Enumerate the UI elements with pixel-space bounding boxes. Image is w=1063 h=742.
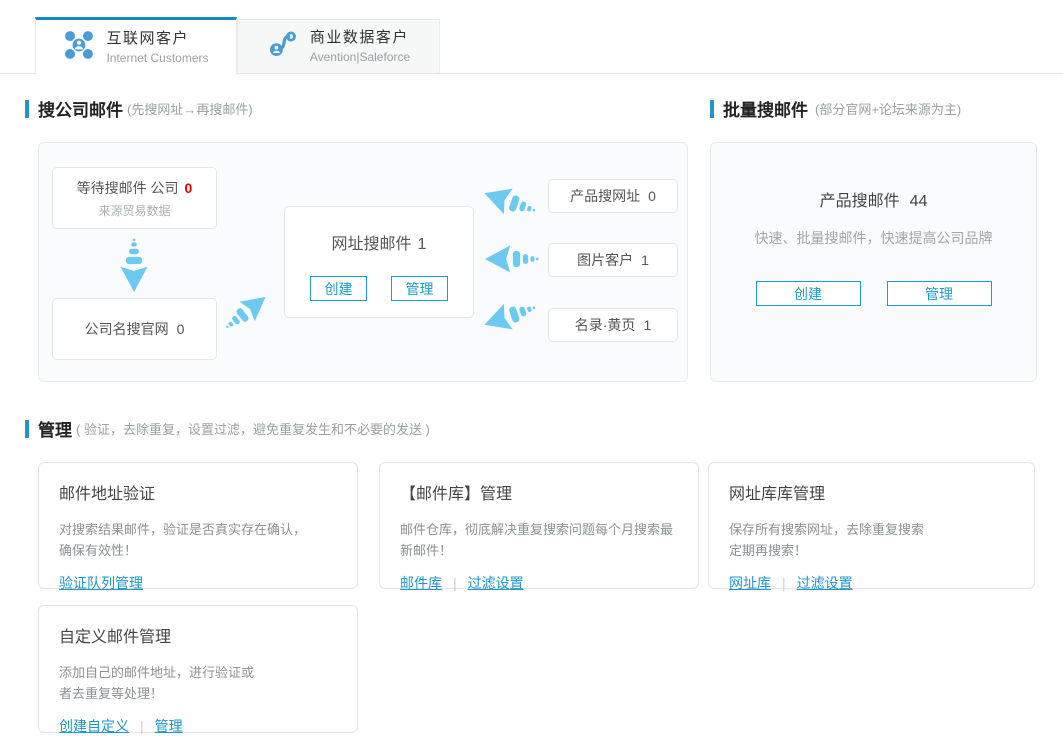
- filter-settings-link[interactable]: 过滤设置: [468, 575, 524, 591]
- tab-subtitle: Avention|Saleforce: [310, 49, 410, 65]
- directory-yellowpages-count: 1: [643, 317, 651, 333]
- card-desc-line: 邮件仓库，彻底解决重复搜索问题每个月搜索最: [400, 519, 678, 540]
- section-title: 批量搜邮件: [723, 96, 808, 121]
- card-title: 【邮件库】管理: [400, 480, 678, 504]
- directory-yellowpages-label: 名录·黄页: [575, 317, 636, 333]
- card-title: 邮件地址验证: [59, 480, 337, 504]
- manage-button[interactable]: 管理: [391, 276, 448, 301]
- card-desc-line: 保存所有搜索网址，去除重复搜索: [729, 519, 1014, 540]
- share-icon: [267, 28, 299, 65]
- card-desc-line: 对搜索结果邮件，验证是否真实存在确认，: [59, 519, 337, 540]
- product-search-url-box: 产品搜网址 0: [548, 179, 678, 213]
- batch-manage-button[interactable]: 管理: [887, 281, 992, 306]
- link-separator: |: [782, 575, 786, 591]
- card-email-verification: 邮件地址验证 对搜索结果邮件，验证是否真实存在确认， 确保有效性！ 验证队列管理: [38, 462, 358, 589]
- flow-arrow-diagonal-icon: [216, 282, 279, 342]
- url-library-link[interactable]: 网址库: [729, 575, 771, 591]
- image-customers-label: 图片客户: [577, 252, 633, 268]
- tab-internet-customers[interactable]: 互联网客户 Internet Customers: [35, 17, 237, 75]
- card-desc-line: 定期再搜索！: [729, 540, 1014, 561]
- section-header-manage: 管理 ( 验证，去除重复，设置过滤，避免重复发生和不必要的发送 ): [25, 416, 430, 441]
- create-button[interactable]: 创建: [310, 276, 367, 301]
- url-search-email-count: 1: [418, 236, 427, 253]
- url-search-email-label: 网址搜邮件: [332, 236, 412, 253]
- product-search-url-label: 产品搜网址: [570, 188, 640, 204]
- batch-create-button[interactable]: 创建: [756, 281, 861, 306]
- waiting-companies-count: 0: [185, 180, 193, 196]
- section-accent-bar: [710, 100, 714, 118]
- tab-business-data[interactable]: 商业数据客户 Avention|Saleforce: [237, 19, 440, 73]
- tab-title: 互联网客户: [106, 29, 189, 49]
- url-search-email-box: 网址搜邮件 1 创建 管理: [284, 206, 474, 318]
- product-search-url-count: 0: [648, 188, 656, 204]
- section-subtitle: ( 验证，去除重复，设置过滤，避免重复发生和不必要的发送 ): [76, 419, 430, 438]
- section-subtitle: (先搜网址→再搜邮件): [127, 99, 253, 118]
- network-icon: [63, 29, 95, 66]
- section-accent-bar: [25, 100, 29, 118]
- batch-product-search-count: 44: [910, 193, 928, 210]
- batch-search-panel: 产品搜邮件 44 快速、批量搜邮件，快速提高公司品牌 创建 管理: [710, 142, 1037, 382]
- email-library-link[interactable]: 邮件库: [400, 575, 442, 591]
- card-email-library: 【邮件库】管理 邮件仓库，彻底解决重复搜索问题每个月搜索最 新邮件！ 邮件库 | 过…: [379, 462, 699, 589]
- company-name-search-count: 0: [177, 321, 185, 337]
- company-name-search-label: 公司名搜官网: [85, 321, 169, 337]
- waiting-companies-box: 等待搜邮件 公司 0 来源贸易数据: [52, 167, 217, 229]
- card-desc-line: 者去重复等处理！: [59, 683, 337, 704]
- image-customers-box: 图片客户 1: [548, 243, 678, 277]
- section-header-batch-search: 批量搜邮件 (部分官网+论坛来源为主): [710, 96, 961, 121]
- image-customers-count: 1: [641, 252, 649, 268]
- section-title: 搜公司邮件: [38, 96, 123, 121]
- waiting-companies-label: 等待搜邮件 公司: [77, 180, 179, 196]
- card-title: 网址库库管理: [729, 480, 1014, 504]
- section-title: 管理: [38, 416, 72, 441]
- card-custom-email: 自定义邮件管理 添加自己的邮件地址，进行验证或 者去重复等处理！ 创建自定义 | 管…: [38, 605, 358, 733]
- section-subtitle: (部分官网+论坛来源为主): [815, 99, 961, 118]
- flow-arrow-left-middle-icon: [485, 242, 539, 276]
- company-name-search-box: 公司名搜官网 0: [52, 298, 217, 360]
- flow-arrow-left-top-icon: [479, 177, 541, 227]
- manage-link[interactable]: 管理: [155, 718, 183, 734]
- verification-queue-link[interactable]: 验证队列管理: [59, 575, 143, 591]
- flow-arrow-left-bottom-icon: [479, 291, 541, 341]
- waiting-companies-source: 来源贸易数据: [98, 202, 170, 219]
- tab-subtitle: Internet Customers: [106, 50, 208, 66]
- filter-settings-link[interactable]: 过滤设置: [797, 575, 853, 591]
- tab-title: 商业数据客户: [310, 28, 409, 48]
- search-flow-panel: 等待搜邮件 公司 0 来源贸易数据 公司名搜官网 0 网址搜邮件 1 创建 管理 产品…: [38, 142, 688, 382]
- link-separator: |: [453, 575, 457, 591]
- card-url-library: 网址库库管理 保存所有搜索网址，去除重复搜索 定期再搜索！ 网址库 | 过滤设置: [708, 462, 1035, 589]
- section-accent-bar: [25, 420, 29, 438]
- batch-product-search-label: 产品搜邮件: [820, 193, 900, 210]
- flow-arrow-down-icon: [117, 238, 151, 292]
- batch-description: 快速、批量搜邮件，快速提高公司品牌: [755, 228, 993, 248]
- section-header-search-company: 搜公司邮件 (先搜网址→再搜邮件): [25, 96, 253, 121]
- directory-yellowpages-box: 名录·黄页 1: [548, 308, 678, 342]
- card-title: 自定义邮件管理: [59, 623, 337, 647]
- link-separator: |: [140, 718, 144, 734]
- create-custom-link[interactable]: 创建自定义: [59, 718, 129, 734]
- app-page: 互联网客户 Internet Customers 商业数据客户 Avention…: [0, 0, 1063, 742]
- card-desc-line: 添加自己的邮件地址，进行验证或: [59, 662, 337, 683]
- card-desc-line: 确保有效性！: [59, 540, 337, 561]
- card-desc-line: 新邮件！: [400, 540, 678, 561]
